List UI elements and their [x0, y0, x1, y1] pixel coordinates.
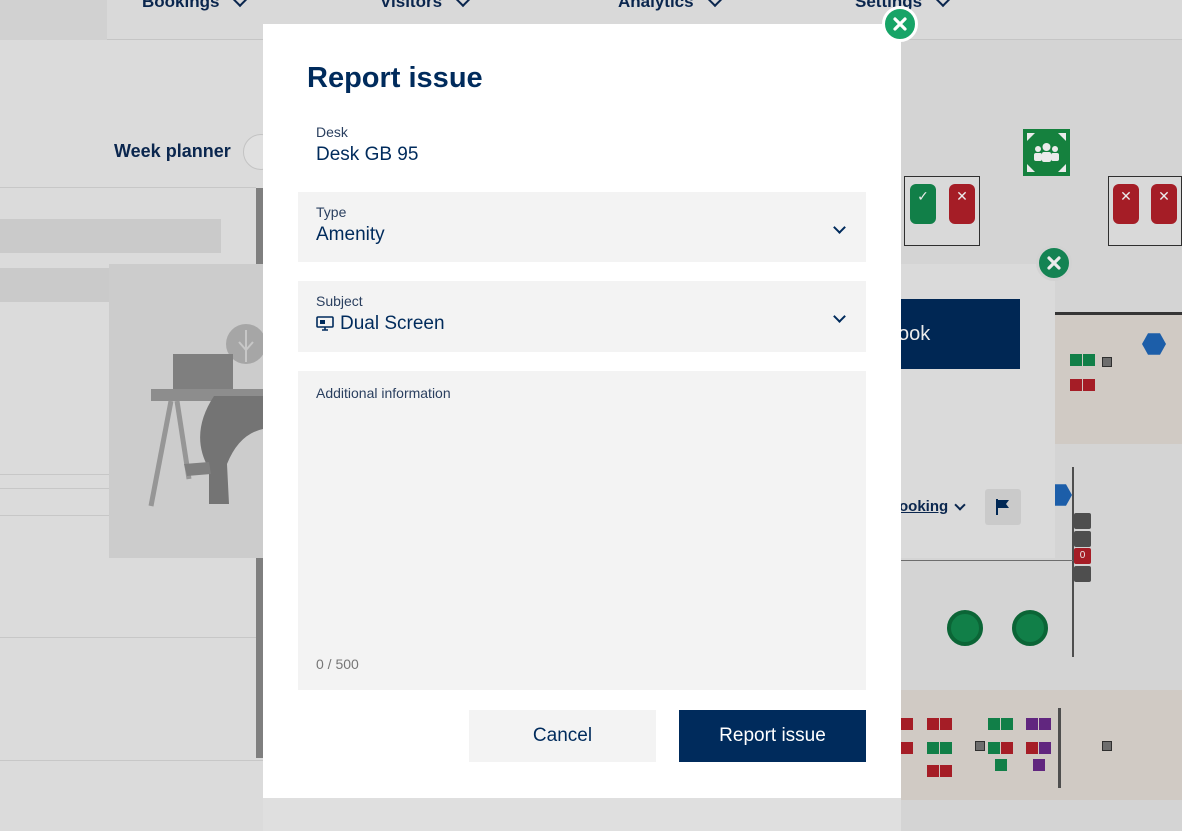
subject-value: Dual Screen — [340, 313, 445, 334]
subject-value-row: Dual Screen — [316, 313, 848, 335]
character-counter: 0 / 500 — [316, 656, 359, 672]
subject-select[interactable]: Subject Dual Screen — [298, 281, 866, 352]
report-issue-modal: Report issue Desk Desk GB 95 Type Amenit… — [263, 24, 901, 798]
cancel-button[interactable]: Cancel — [469, 710, 656, 762]
type-value: Amenity — [316, 224, 385, 245]
close-modal-button[interactable] — [882, 6, 918, 42]
type-label: Type — [316, 204, 347, 220]
desk-value: Desk GB 95 — [316, 144, 419, 165]
additional-info-textarea[interactable]: Additional information 0 / 500 — [298, 371, 866, 690]
desk-field: Desk Desk GB 95 — [316, 124, 418, 166]
desk-label: Desk — [316, 124, 348, 140]
modal-title: Report issue — [307, 62, 483, 94]
report-issue-button[interactable]: Report issue — [679, 710, 866, 762]
type-select[interactable]: Type Amenity — [298, 192, 866, 262]
additional-info-label: Additional information — [316, 385, 451, 401]
close-icon — [893, 17, 907, 31]
monitor-icon — [316, 316, 334, 331]
subject-label: Subject — [316, 293, 363, 309]
